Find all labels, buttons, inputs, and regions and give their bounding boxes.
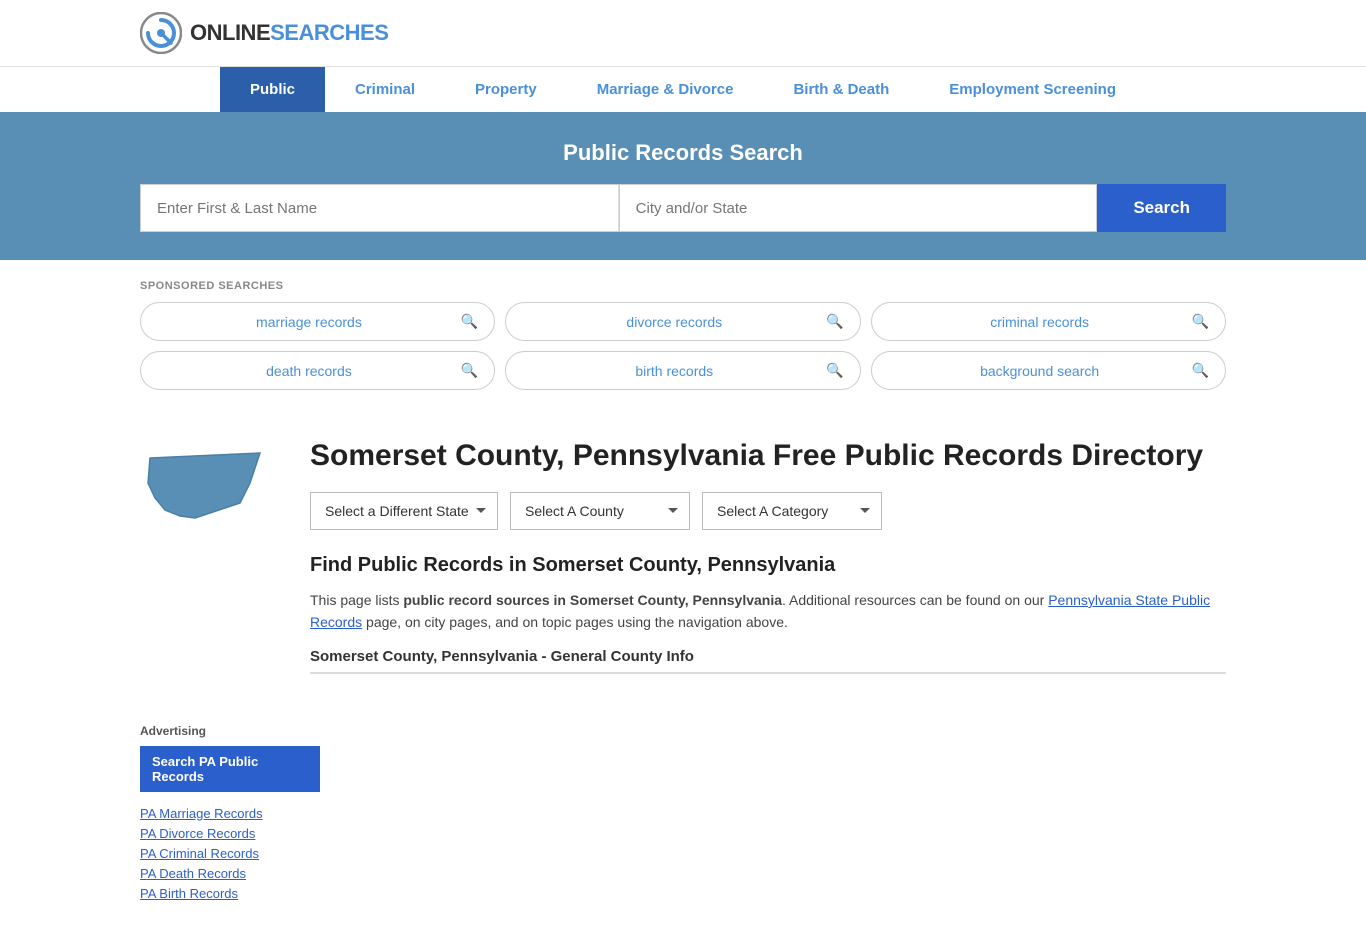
sponsored-birth-text: birth records — [522, 363, 826, 379]
description-text: This page lists public record sources in… — [310, 589, 1226, 634]
search-banner: Public Records Search Search — [0, 112, 1366, 260]
logo-text: ONLINESEARCHES — [190, 20, 388, 46]
county-dropdown[interactable]: Select A County — [510, 492, 690, 530]
search-form: Search — [140, 184, 1226, 232]
sidebar-link-birth[interactable]: PA Birth Records — [140, 886, 320, 901]
sponsored-death-text: death records — [157, 363, 461, 379]
search-banner-title: Public Records Search — [140, 140, 1226, 166]
county-title: Somerset County, Pennsylvania Free Publi… — [310, 438, 1226, 474]
search-button[interactable]: Search — [1097, 184, 1226, 232]
general-info-bar: Somerset County, Pennsylvania - General … — [310, 648, 1226, 674]
general-info-text: Somerset County, Pennsylvania - General … — [310, 648, 694, 665]
name-input[interactable] — [140, 184, 619, 232]
sponsored-grid: marriage records 🔍 divorce records 🔍 cri… — [140, 302, 1226, 390]
header: ONLINESEARCHES — [0, 0, 1366, 66]
sponsored-divorce-text: divorce records — [522, 314, 826, 330]
page-layout: Advertising Search PA Public Records PA … — [0, 724, 1366, 926]
desc-part3: page, on city pages, and on topic pages … — [362, 614, 788, 630]
desc-part1: This page lists — [310, 592, 403, 608]
sponsored-divorce[interactable]: divorce records 🔍 — [505, 302, 860, 341]
desc-part2: . Additional resources can be found on o… — [782, 592, 1048, 608]
find-records-title: Find Public Records in Somerset County, … — [310, 554, 1226, 577]
sponsored-criminal-text: criminal records — [888, 314, 1192, 330]
sponsored-label: SPONSORED SEARCHES — [140, 280, 1226, 292]
sidebar: Advertising Search PA Public Records PA … — [140, 724, 340, 906]
location-input[interactable] — [619, 184, 1098, 232]
county-content: Somerset County, Pennsylvania Free Publi… — [310, 438, 1226, 674]
sponsored-birth[interactable]: birth records 🔍 — [505, 351, 860, 390]
search-icon-0: 🔍 — [461, 313, 478, 330]
category-dropdown[interactable]: Select A Category — [702, 492, 882, 530]
sidebar-link-death[interactable]: PA Death Records — [140, 866, 320, 881]
state-map — [140, 438, 280, 674]
search-icon-5: 🔍 — [1192, 362, 1209, 379]
pennsylvania-map-svg — [140, 438, 270, 538]
sponsored-marriage[interactable]: marriage records 🔍 — [140, 302, 495, 341]
nav-birth-death[interactable]: Birth & Death — [763, 67, 919, 112]
sponsored-criminal[interactable]: criminal records 🔍 — [871, 302, 1226, 341]
nav-employment[interactable]: Employment Screening — [919, 67, 1146, 112]
sidebar-link-marriage[interactable]: PA Marriage Records — [140, 806, 320, 821]
county-section: Somerset County, Pennsylvania Free Publi… — [140, 418, 1226, 694]
nav-marriage-divorce[interactable]: Marriage & Divorce — [567, 67, 764, 112]
search-icon-1: 🔍 — [826, 313, 843, 330]
nav-public[interactable]: Public — [220, 67, 325, 112]
sponsored-background[interactable]: background search 🔍 — [871, 351, 1226, 390]
sponsored-background-text: background search — [888, 363, 1192, 379]
nav-criminal[interactable]: Criminal — [325, 67, 445, 112]
sponsored-marriage-text: marriage records — [157, 314, 461, 330]
desc-bold: public record sources in Somerset County… — [403, 592, 782, 608]
main-content: SPONSORED SEARCHES marriage records 🔍 di… — [0, 260, 1366, 724]
sidebar-link-divorce[interactable]: PA Divorce Records — [140, 826, 320, 841]
search-icon-2: 🔍 — [1192, 313, 1209, 330]
main-nav: Public Criminal Property Marriage & Divo… — [0, 66, 1366, 112]
sidebar-ad-label: Advertising — [140, 724, 320, 738]
nav-property[interactable]: Property — [445, 67, 567, 112]
state-dropdown[interactable]: Select a Different State — [310, 492, 498, 530]
logo-icon — [140, 12, 182, 54]
sponsored-death[interactable]: death records 🔍 — [140, 351, 495, 390]
logo: ONLINESEARCHES — [140, 12, 388, 54]
sidebar-link-criminal[interactable]: PA Criminal Records — [140, 846, 320, 861]
search-icon-4: 🔍 — [826, 362, 843, 379]
dropdowns-row: Select a Different State Select A County… — [310, 492, 1226, 530]
sidebar-ad-button[interactable]: Search PA Public Records — [140, 746, 320, 792]
search-icon-3: 🔍 — [461, 362, 478, 379]
